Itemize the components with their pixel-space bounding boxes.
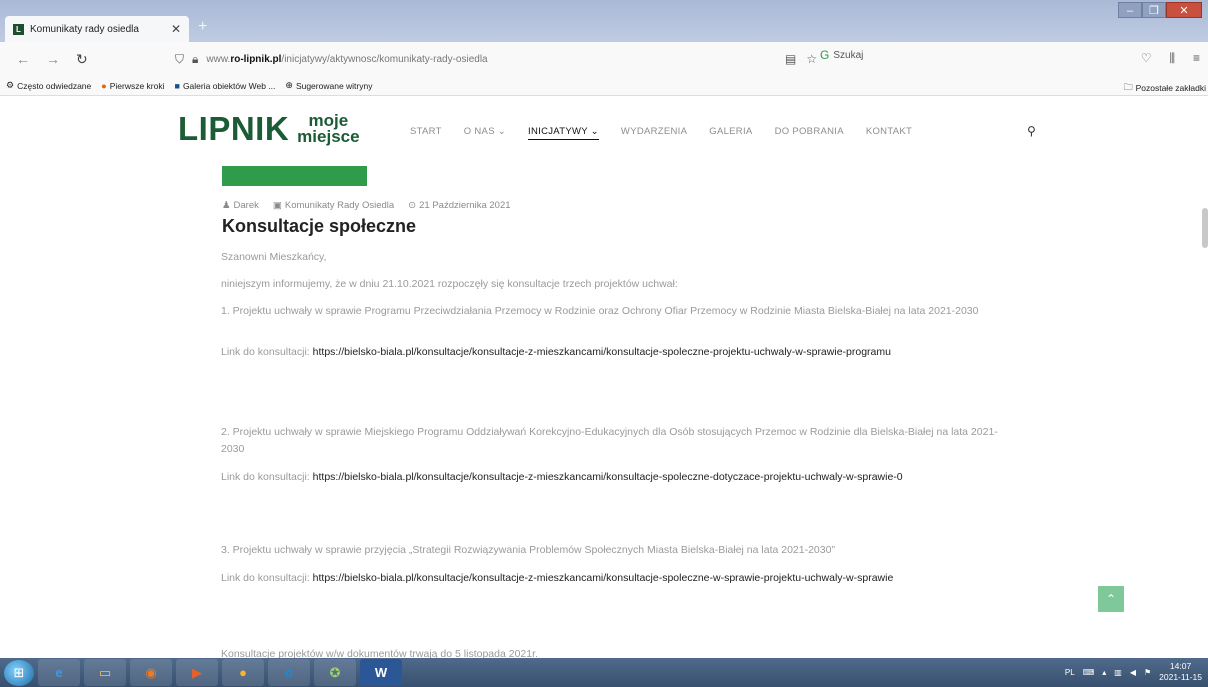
close-window-button[interactable]: ✕ [1166,2,1202,18]
reload-button[interactable]: ↻ [76,51,88,68]
pocket-icon[interactable]: ♡ [1141,51,1152,66]
site-favicon-icon: L [13,23,24,35]
chevron-down-icon: ⌄ [590,126,599,137]
media-player-icon[interactable]: ▶ [176,659,218,686]
bookmark-item[interactable]: ■ Galeria obiektów Web ... [175,81,276,91]
consultation-link-1-row: Link do konsultacji: https://bielsko-bia… [221,346,891,358]
app-icon[interactable]: ✪ [314,659,356,686]
menu-item-galeria[interactable]: GALERIA [709,126,752,140]
url-path: /inicjatywy/aktywnosc/komunikaty-rady-os… [281,53,488,65]
navigation-toolbar: ← → ↻ ⛉ 🔒︎ www. ro-lipnik.pl/inicjatywy/a… [0,42,1208,76]
vertical-scrollbar[interactable] [1202,208,1208,248]
folder-icon: 🗀︎ [1123,82,1133,92]
tab-title: Komunikaty rady osiedla [30,23,139,35]
globe-icon: ⊕ [285,80,293,90]
post-date: ⊙ 21 Października 2021 [408,200,511,211]
taskbar: ⊞ e ▭ ◉ ▶ ● o ✪ W PL ⌨ ▴ ▥ ◀ ⚑ 14:07 202… [0,658,1208,687]
outlook-icon[interactable]: o [268,659,310,686]
other-bookmarks[interactable]: 🗀︎ Pozostałe zakładki [1124,80,1206,96]
url-prefix: www. [206,53,231,65]
menu-item-o-nas[interactable]: O NAS ⌄ [464,126,506,140]
shield-icon[interactable]: ⛉ [175,52,184,67]
consultation-link-3-row: Link do konsultacji: https://bielsko-bia… [221,572,894,584]
system-clock[interactable]: 14:07 2021-11-15 [1159,661,1202,683]
search-label: Szukaj [833,49,864,61]
new-tab-button[interactable]: + [198,18,207,36]
post-intro: niniejszym informujemy, że w dniu 21.10.… [221,278,678,290]
search-engine-icon: G [820,48,830,62]
library-icon[interactable]: ⫼ [1169,51,1175,66]
keyboard-icon[interactable]: ⌨ [1083,668,1095,677]
folder-icon: ▣ [272,200,282,211]
scroll-to-top-button[interactable]: ⌃ [1098,586,1124,612]
search-icon[interactable]: ⚲ [1027,124,1036,138]
network-icon[interactable]: ▥ [1114,668,1122,677]
consultation-link-2-row: Link do konsultacji: https://bielsko-bia… [221,471,903,483]
featured-image [222,166,367,186]
bookmarks-bar: ⚙ Często odwiedzane ● Pierwsze kroki ■ Gale… [0,76,1208,96]
menu-item-kontakt[interactable]: KONTAKT [866,126,912,140]
chrome-icon[interactable]: ● [222,659,264,686]
logo-main-text: LIPNIK [178,110,290,147]
consultation-item-3: 3. Projektu uchwały w sprawie przyjęcia … [221,544,835,556]
search-box[interactable]: G Szukaj [820,48,863,62]
post-author[interactable]: ♟ Darek [222,200,259,211]
gallery-icon: ■ [174,80,180,91]
forward-button[interactable]: → [46,51,60,67]
window-controls: – ❐ ✕ [1118,2,1202,18]
gear-icon: ⚙ [6,80,15,90]
post-greeting: Szanowni Mieszkańcy, [221,251,327,263]
site-header: LIPNIK moje miejsce START O NAS ⌄ INICJA… [0,96,1208,168]
consultation-item-1: 1. Projektu uchwały w sprawie Programu P… [221,305,979,317]
menu-icon[interactable]: ≡ [1193,51,1200,66]
bookmark-item[interactable]: ● Pierwsze kroki [101,81,164,91]
back-button[interactable]: ← [16,51,30,67]
toolbar-right: ♡ ⫼ ≡ [1141,51,1200,66]
consultation-item-2: 2. Projektu uchwały w sprawie Miejskiego… [221,426,998,455]
language-indicator[interactable]: PL [1065,668,1075,677]
volume-icon[interactable]: ◀ [1130,668,1136,677]
bookmark-star-icon[interactable]: ☆ [806,52,817,66]
system-tray: PL ⌨ ▴ ▥ ◀ ⚑ 14:07 2021-11-15 [1065,661,1202,683]
internet-explorer-icon[interactable]: e [38,659,80,686]
maximize-button[interactable]: ❐ [1142,2,1166,18]
consultation-link-3[interactable]: https://bielsko-biala.pl/konsultacje/kon… [313,572,894,584]
start-button[interactable]: ⊞ [4,659,34,686]
bookmark-item[interactable]: ⚙ Często odwiedzane [6,80,91,91]
logo-sub-text: moje miejsce [297,110,360,146]
chevron-down-icon: ⌄ [497,126,507,137]
consultation-link-2[interactable]: https://bielsko-biala.pl/konsultacje/kon… [313,471,903,483]
web-page: LIPNIK moje miejsce START O NAS ⌄ INICJA… [0,96,1208,658]
menu-item-start[interactable]: START [410,126,442,140]
main-menu: START O NAS ⌄ INICJATYWY ⌄ WYDARZENIA GA… [410,126,912,140]
menu-item-inicjatywy[interactable]: INICJATYWY ⌄ [528,126,599,140]
minimize-button[interactable]: – [1118,2,1142,18]
post-category[interactable]: ▣ Komunikaty Rady Osiedla [273,200,394,211]
clock-icon: ⊙ [408,200,417,211]
post-meta: ♟ Darek ▣ Komunikaty Rady Osiedla ⊙ 21 Paźd… [222,200,511,211]
site-logo[interactable]: LIPNIK moje miejsce [178,112,360,145]
browser-tab[interactable]: L Komunikaty rady osiedla ✕ [5,16,189,42]
menu-item-wydarzenia[interactable]: WYDARZENIA [621,126,687,140]
consultation-link-1[interactable]: https://bielsko-biala.pl/konsultacje/kon… [313,346,891,358]
bookmark-item[interactable]: ⊕ Sugerowane witryny [285,80,372,91]
post-closing: Konsultacje projektów w/w dokumentów trw… [221,648,538,658]
menu-item-do-pobrania[interactable]: DO POBRANIA [775,126,844,140]
firefox-icon[interactable]: ◉ [130,659,172,686]
url-host: ro-lipnik.pl [230,53,282,65]
show-hidden-icons-icon[interactable]: ▴ [1102,668,1106,677]
firefox-icon: ● [101,80,107,91]
close-tab-icon[interactable]: ✕ [171,22,181,36]
user-icon: ♟ [222,200,231,211]
word-icon[interactable]: W [360,659,402,686]
flag-icon[interactable]: ⚑ [1144,668,1151,677]
tab-bar: L Komunikaty rady osiedla ✕ + – ❐ ✕ [0,0,1208,42]
lock-icon[interactable]: 🔒︎ [192,52,198,67]
chevron-up-icon: ⌃ [1105,592,1117,606]
reader-view-icon[interactable]: ▤ [785,52,796,66]
file-explorer-icon[interactable]: ▭ [84,659,126,686]
post-title: Konsultacje społeczne [222,216,417,236]
browser-window: L Komunikaty rady osiedla ✕ + – ❐ ✕ ← → … [0,0,1208,687]
